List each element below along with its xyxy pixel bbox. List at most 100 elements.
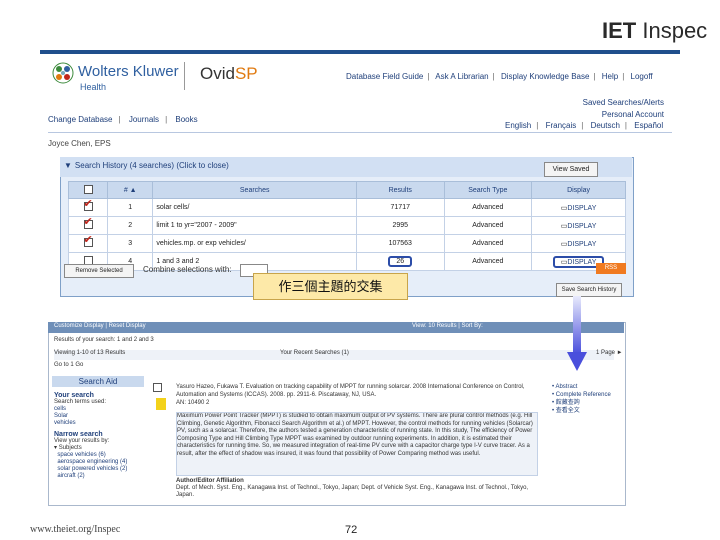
col-number[interactable]: # ▲ [107,181,154,199]
link-help[interactable]: Help [602,72,618,81]
results-view-sort[interactable]: View: 10 Results | Sort By: [412,323,483,329]
pointer-arrow-icon [567,296,587,371]
rss-button[interactable]: RSS [596,263,626,274]
nav-journals[interactable]: Journals [129,115,159,124]
row-results: 71717 [355,198,445,217]
col-results[interactable]: Results [355,181,445,199]
row-number: 2 [107,216,154,235]
link-logoff[interactable]: Logoff [631,72,653,81]
user-name: Joyce Chen, EPS [48,139,111,148]
wolters-kluwer-logo-icon [52,62,74,84]
lang-german[interactable]: Deutsch [591,121,620,130]
col-search-type[interactable]: Search Type [443,181,533,199]
link-knowledge-base[interactable]: Display Knowledge Base [501,72,590,81]
facet-item[interactable]: space vehicles (6) [54,452,146,459]
display-link[interactable]: DISPLAY [567,223,596,230]
main-nav: Change Database | Journals | Books [48,115,198,124]
link-field-guide[interactable]: Database Field Guide [346,72,423,81]
row-results-highlighted: 26 [388,256,413,267]
health-label: Health [80,82,107,92]
view-saved-button[interactable]: View Saved [544,162,598,177]
subjects-facet[interactable]: ▾ Subjects [54,445,146,452]
account-links: Saved Searches/Alerts Personal Account [560,97,664,121]
footer-url: www.theiet.org/Inspec [30,524,121,535]
logo-divider [184,62,185,90]
language-links: English | Français | Deutsch | Español [505,121,664,130]
row-results: 2995 [355,216,445,235]
col-searches[interactable]: Searches [152,181,357,199]
remove-selected-button[interactable]: Remove Selected [64,264,134,278]
results-count: Viewing 1-10 of 13 Results [54,350,126,356]
accession-number: AN: 10490 2 [176,400,210,406]
select-all-checkbox[interactable] [83,184,93,194]
search-term[interactable]: vehicles [54,420,146,427]
recent-searches-link[interactable]: Your Recent Searches (1) [280,350,349,356]
abstract-link[interactable]: • Abstract [552,383,611,391]
nav-divider [48,132,672,133]
record-affiliation: Author/Editor Affiliation Dept. of Mech.… [176,478,529,498]
table-row: 1 solar cells/ 71717 Advanced ▭DISPLAY [67,197,626,217]
col-display[interactable]: Display [531,181,626,199]
holdings-link[interactable]: • 館藏查詢 [552,399,611,407]
note-icon[interactable] [156,398,166,410]
row-type: Advanced [443,234,533,253]
table-header: # ▲ Searches Results Search Type Display [67,181,626,199]
complete-reference-link[interactable]: • Complete Reference [552,391,611,399]
table-row: 2 limit 1 to yr="2007 - 2009" 2995 Advan… [67,215,626,235]
row-number: 3 [107,234,154,253]
sort-asc-icon: ▲ [129,186,137,194]
ovidsp-logo: OvidSP [200,64,258,83]
record-checkbox[interactable] [153,383,162,392]
full-text-link[interactable]: • 查看全文 [552,407,611,415]
row-checkbox[interactable] [83,215,93,229]
slide-number: 72 [345,524,358,536]
your-search-heading: Your search [54,392,94,399]
facet-item[interactable]: aircraft (2) [54,473,146,480]
row-type: Advanced [443,198,533,217]
search-term[interactable]: cells [54,406,146,413]
record-links: • Abstract • Complete Reference • 館藏查詢 •… [552,383,611,415]
facet-item[interactable]: solar powered vehicles (2) [54,466,146,473]
search-history-title[interactable]: ▼ Search History (4 searches) (Click to c… [64,161,229,170]
record-citation: Yasuro Hazeo, Fukawa T. Evaluation on tr… [176,383,540,407]
lang-spanish[interactable]: Español [634,121,663,130]
display-link[interactable]: DISPLAY [567,241,596,248]
iet-inspec-logo: IET Inspec [602,18,708,43]
search-aid-sidebar: Your search Search terms used: cells Sol… [54,392,146,480]
customize-display-links[interactable]: Customize Display | Reset Display [54,323,146,329]
row-query: vehicles.mp. or exp vehicles/ [152,234,357,253]
header-rule [40,50,680,54]
link-ask-librarian[interactable]: Ask A Librarian [435,72,488,81]
combine-label: Combine selections with: [143,265,232,274]
nav-change-database[interactable]: Change Database [48,115,113,124]
save-search-history-button[interactable]: Save Search History [556,283,622,297]
row-type: Advanced [443,252,533,271]
lang-english[interactable]: English [505,121,531,130]
row-query: limit 1 to yr="2007 - 2009" [152,216,357,235]
search-terms-label: Search terms used: [54,399,107,405]
link-saved-searches[interactable]: Saved Searches/Alerts [560,97,664,109]
results-summary: Results of your search: 1 and 2 and 3 [54,337,154,343]
view-results-by-label: View your results by: [54,438,110,444]
page-selector[interactable]: 1 Page ► [596,350,623,356]
top-links: Database Field Guide | Ask A Librarian | D… [346,72,653,81]
facet-item[interactable]: aerospace engineering (4) [54,459,146,466]
row-query: solar cells/ [152,198,357,217]
row-type: Advanced [443,216,533,235]
narrow-search-heading: Narrow search [54,431,103,438]
nav-books[interactable]: Books [175,115,197,124]
display-link[interactable]: DISPLAY [567,205,596,212]
search-aid-tab[interactable]: Search Aid [52,376,144,387]
search-term[interactable]: Solar [54,413,146,420]
link-personal-account[interactable]: Personal Account [560,109,664,121]
annotation-callout: 作三個主題的交集 [253,273,408,300]
record-abstract: Maximum Power Point Tracker (MPPT) is st… [176,412,538,476]
collapse-triangle-icon: ▼ [64,161,72,170]
table-row: 3 vehicles.mp. or exp vehicles/ 107563 A… [67,233,626,253]
row-checkbox[interactable] [83,233,93,247]
lang-french[interactable]: Français [546,121,577,130]
row-checkbox[interactable] [83,197,93,211]
go-to-control[interactable]: Go to 1 Go [54,362,83,368]
row-results: 107563 [355,234,445,253]
select-all-header[interactable] [67,181,109,199]
